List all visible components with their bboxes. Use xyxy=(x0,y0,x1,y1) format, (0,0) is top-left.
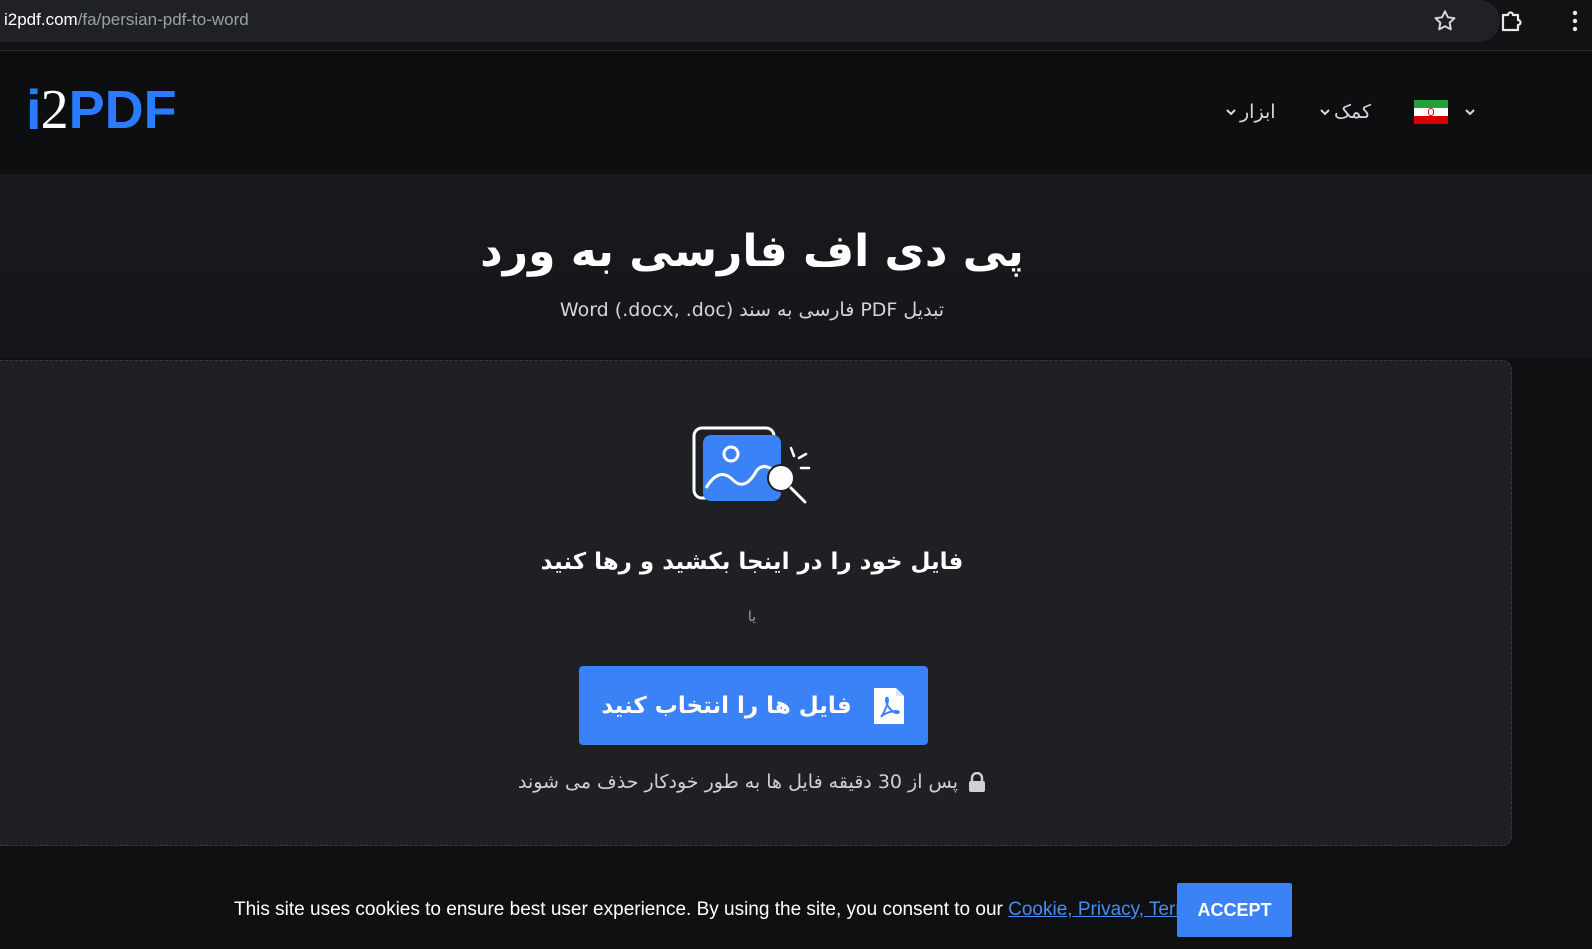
or-separator: یا xyxy=(747,609,757,625)
hero-section: پی دی اف فارسی به ورد تبدیل PDF فارسی به… xyxy=(0,174,1592,358)
nav-tools-label: ابزار xyxy=(1240,101,1276,123)
drop-instruction: فایل خود را در اینجا بکشید و رها کنید xyxy=(540,549,964,575)
browser-menu-icon[interactable] xyxy=(1560,8,1590,34)
iran-flag-icon xyxy=(1414,100,1448,124)
cookie-message: This site uses cookies to ensure best us… xyxy=(234,899,1201,921)
upload-dropzone[interactable]: فایل خود را در اینجا بکشید و رها کنید یا… xyxy=(0,360,1512,846)
url-text[interactable]: i2pdf.com/fa/persian-pdf-to-word xyxy=(4,10,249,30)
nav-help-label: کمک xyxy=(1334,101,1372,123)
nav-help-menu[interactable]: کمک xyxy=(1320,97,1371,127)
language-selector[interactable] xyxy=(1414,100,1476,124)
choose-files-button[interactable]: فایل ها را انتخاب کنید xyxy=(579,666,928,745)
lock-icon xyxy=(969,772,986,792)
nav-tools-menu[interactable]: ابزار xyxy=(1226,97,1276,127)
chevron-down-icon xyxy=(1226,109,1236,116)
browser-toolbar: i2pdf.com/fa/persian-pdf-to-word xyxy=(0,0,1592,51)
cookie-message-text: This site uses cookies to ensure best us… xyxy=(234,899,1009,920)
logo-part-2: 2 xyxy=(40,79,69,141)
address-bar[interactable]: i2pdf.com/fa/persian-pdf-to-word xyxy=(0,0,1500,42)
logo-part-i: i xyxy=(26,78,42,141)
url-host: i2pdf.com xyxy=(4,10,78,29)
cookie-policy-link[interactable]: Cookie, Privacy, Terms xyxy=(1008,899,1201,920)
chevron-down-icon xyxy=(1320,109,1330,116)
page-subtitle: تبدیل PDF فارسی به سند (Word (.docx, .do… xyxy=(559,299,945,321)
chevron-down-icon xyxy=(1465,109,1475,116)
auto-delete-text: پس از 30 دقیقه فایل ها به طور خودکار حذف… xyxy=(517,771,959,793)
auto-delete-note: پس از 30 دقیقه فایل ها به طور خودکار حذف… xyxy=(0,771,1513,793)
pdf-file-icon xyxy=(873,687,904,724)
bookmark-star-icon[interactable] xyxy=(1432,8,1458,34)
extensions-puzzle-icon[interactable] xyxy=(1497,7,1525,35)
accept-cookies-button[interactable]: ACCEPT xyxy=(1177,883,1292,937)
i2pdf-logo[interactable]: i 2 PDF xyxy=(26,78,177,141)
url-path: /fa/persian-pdf-to-word xyxy=(77,10,249,29)
choose-files-label: فایل ها را انتخاب کنید xyxy=(601,692,852,719)
cookie-consent-bar: This site uses cookies to ensure best us… xyxy=(0,855,1592,949)
site-header: i 2 PDF ابزار کمک xyxy=(0,52,1592,174)
logo-part-pdf: PDF xyxy=(68,80,177,140)
image-search-icon xyxy=(692,426,811,504)
page-title: پی دی اف فارسی به ورد xyxy=(480,226,1024,277)
